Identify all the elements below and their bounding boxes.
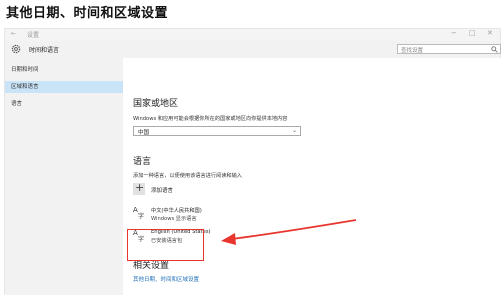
annotation-arrow [221,219,357,245]
